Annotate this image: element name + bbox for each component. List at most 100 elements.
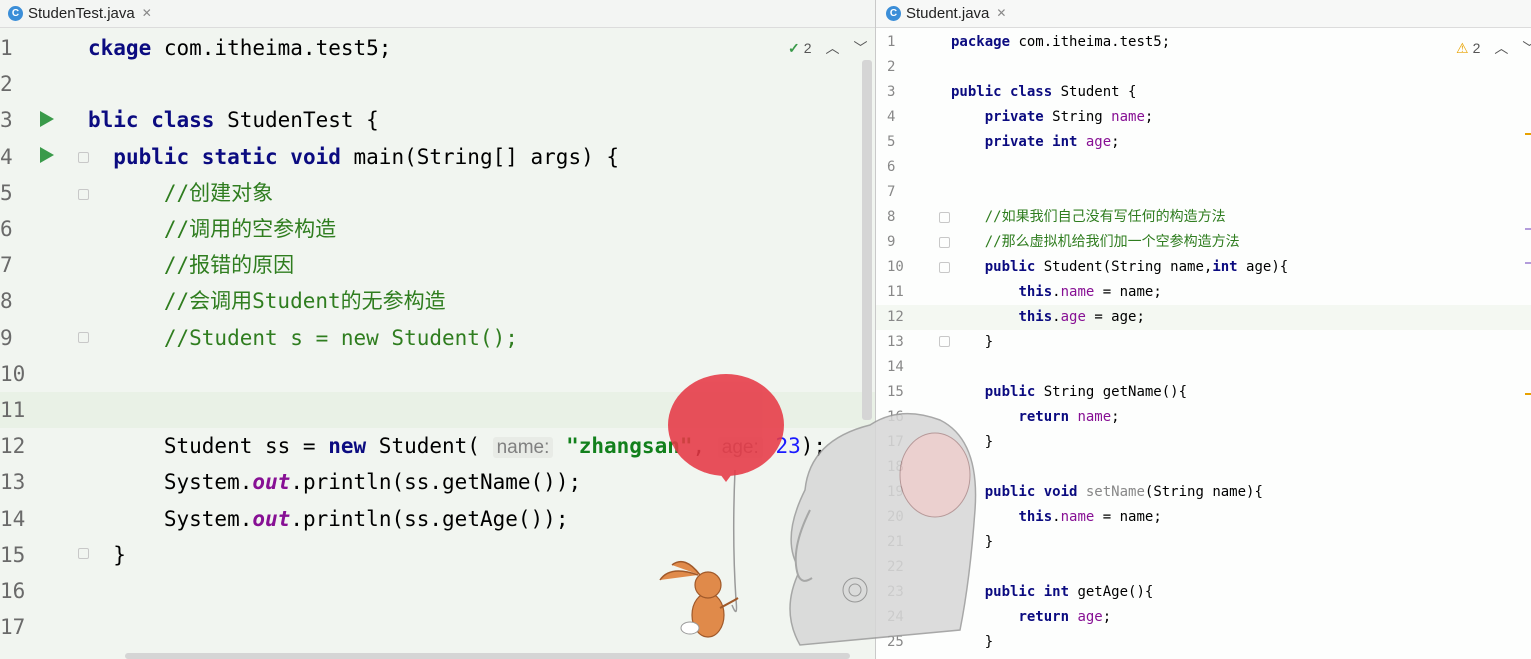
code-text[interactable]: //创建对象 [88, 175, 273, 211]
line-number[interactable]: 5 [887, 130, 917, 155]
code-text[interactable]: //Student s = new Student(); [88, 320, 518, 356]
run-icon[interactable] [40, 111, 54, 127]
java-class-icon: C [8, 5, 23, 21]
code-text[interactable]: blic class StudenTest { [88, 102, 379, 138]
fold-icon[interactable] [939, 262, 950, 273]
java-class-icon: C [886, 5, 901, 21]
code-line[interactable]: 10 public Student(String name,int age){ [876, 255, 1531, 280]
usage-marker[interactable] [1525, 228, 1531, 230]
code-line[interactable]: 3 blic class StudenTest { [0, 102, 875, 138]
line-number[interactable]: 11 [0, 392, 40, 428]
code-line[interactable]: 1 ckage com.itheima.test5; [0, 30, 875, 66]
code-text[interactable]: public class Student { [951, 80, 1136, 105]
right-tab-bar: C Student.java ✕ [876, 0, 1531, 28]
fold-icon[interactable] [78, 332, 89, 343]
line-number[interactable]: 14 [0, 501, 40, 537]
line-number[interactable]: 7 [887, 180, 917, 205]
line-number[interactable]: 10 [887, 255, 917, 280]
code-line[interactable]: 6 [876, 155, 1531, 180]
vertical-scrollbar[interactable] [862, 60, 872, 420]
line-number[interactable]: 4 [0, 139, 40, 175]
code-line[interactable]: 5 //创建对象 [0, 175, 875, 211]
code-text[interactable]: System.out.println(ss.getName()); [88, 464, 581, 500]
line-number[interactable]: 8 [0, 283, 40, 319]
code-line[interactable]: 4 public static void main(String[] args)… [0, 139, 875, 175]
run-icon[interactable] [40, 147, 54, 163]
balloon-string [731, 469, 738, 613]
code-text[interactable]: public Student(String name,int age){ [951, 255, 1288, 280]
line-number[interactable]: 15 [0, 537, 40, 573]
warning-marker[interactable] [1525, 133, 1531, 135]
line-number[interactable]: 6 [887, 155, 917, 180]
line-number[interactable]: 10 [0, 356, 40, 392]
fold-icon[interactable] [78, 152, 89, 163]
fold-icon[interactable] [939, 336, 950, 347]
close-icon[interactable]: ✕ [142, 6, 152, 20]
code-text[interactable]: //调用的空参构造 [88, 211, 336, 247]
code-text[interactable]: package com.itheima.test5; [951, 30, 1170, 55]
warning-marker[interactable] [1525, 393, 1531, 395]
elephant-figure [789, 412, 977, 646]
rabbit-figure [659, 560, 739, 638]
line-number[interactable]: 1 [887, 30, 917, 55]
fold-icon[interactable] [939, 237, 950, 248]
code-text[interactable]: ckage com.itheima.test5; [88, 30, 391, 66]
code-line[interactable]: 8 //会调用Student的无参构造 [0, 283, 875, 319]
code-text[interactable]: //报错的原因 [88, 247, 294, 283]
usage-marker[interactable] [1525, 262, 1531, 264]
code-text[interactable]: } [88, 537, 126, 573]
code-line[interactable]: 11 this.name = name; [876, 280, 1531, 305]
line-number[interactable]: 3 [887, 80, 917, 105]
line-number[interactable]: 13 [887, 330, 917, 355]
code-text[interactable]: System.out.println(ss.getAge()); [88, 501, 569, 537]
line-number[interactable]: 11 [887, 280, 917, 305]
code-line[interactable]: 8 //如果我们自己没有写任何的构造方法 [876, 205, 1531, 230]
code-line[interactable]: 4 private String name; [876, 105, 1531, 130]
code-line[interactable]: 13 } [876, 330, 1531, 355]
fold-icon[interactable] [78, 189, 89, 200]
code-text[interactable]: //那么虚拟机给我们加一个空参构造方法 [951, 230, 1240, 255]
code-line[interactable]: 12 this.age = age; [876, 305, 1531, 330]
line-number[interactable]: 9 [0, 320, 40, 356]
line-number[interactable]: 8 [887, 205, 917, 230]
code-text[interactable]: //如果我们自己没有写任何的构造方法 [951, 205, 1226, 230]
fold-icon[interactable] [939, 212, 950, 223]
line-number[interactable]: 2 [0, 66, 40, 102]
code-text[interactable]: private String name; [951, 105, 1154, 130]
line-number[interactable]: 2 [887, 55, 917, 80]
close-icon[interactable]: ✕ [996, 6, 1006, 20]
line-number[interactable]: 7 [0, 247, 40, 283]
code-text[interactable]: } [951, 330, 993, 355]
line-number[interactable]: 1 [0, 30, 40, 66]
fold-icon[interactable] [78, 548, 89, 559]
line-number[interactable]: 12 [0, 428, 40, 464]
code-line[interactable]: 9 //那么虚拟机给我们加一个空参构造方法 [876, 230, 1531, 255]
line-number[interactable]: 16 [0, 573, 40, 609]
code-line[interactable]: 1 package com.itheima.test5; [876, 30, 1531, 55]
code-line[interactable]: 6 //调用的空参构造 [0, 211, 875, 247]
code-text[interactable]: //会调用Student的无参构造 [88, 283, 446, 319]
code-text[interactable]: public static void main(String[] args) { [88, 139, 619, 175]
code-text[interactable]: this.name = name; [951, 280, 1161, 305]
line-number[interactable]: 5 [0, 175, 40, 211]
tab-studentest-java[interactable]: C StudenTest.java ✕ [8, 0, 152, 26]
code-line[interactable]: 9 //Student s = new Student(); [0, 320, 875, 356]
line-number[interactable]: 9 [887, 230, 917, 255]
code-text[interactable]: this.age = age; [951, 305, 1144, 330]
line-number[interactable]: 17 [0, 609, 40, 645]
tab-label: Student.java [906, 4, 990, 22]
line-number[interactable]: 12 [887, 305, 917, 330]
code-line[interactable]: 2 [876, 55, 1531, 80]
code-line[interactable]: 7 //报错的原因 [0, 247, 875, 283]
line-number[interactable]: 13 [0, 464, 40, 500]
tab-label: StudenTest.java [28, 4, 135, 22]
line-number[interactable]: 3 [0, 102, 40, 138]
code-line[interactable]: 7 [876, 180, 1531, 205]
code-line[interactable]: 2 [0, 66, 875, 102]
line-number[interactable]: 6 [0, 211, 40, 247]
tab-student-java[interactable]: C Student.java ✕ [886, 0, 1006, 26]
code-line[interactable]: 5 private int age; [876, 130, 1531, 155]
code-line[interactable]: 3 public class Student { [876, 80, 1531, 105]
line-number[interactable]: 4 [887, 105, 917, 130]
code-text[interactable]: private int age; [951, 130, 1120, 155]
